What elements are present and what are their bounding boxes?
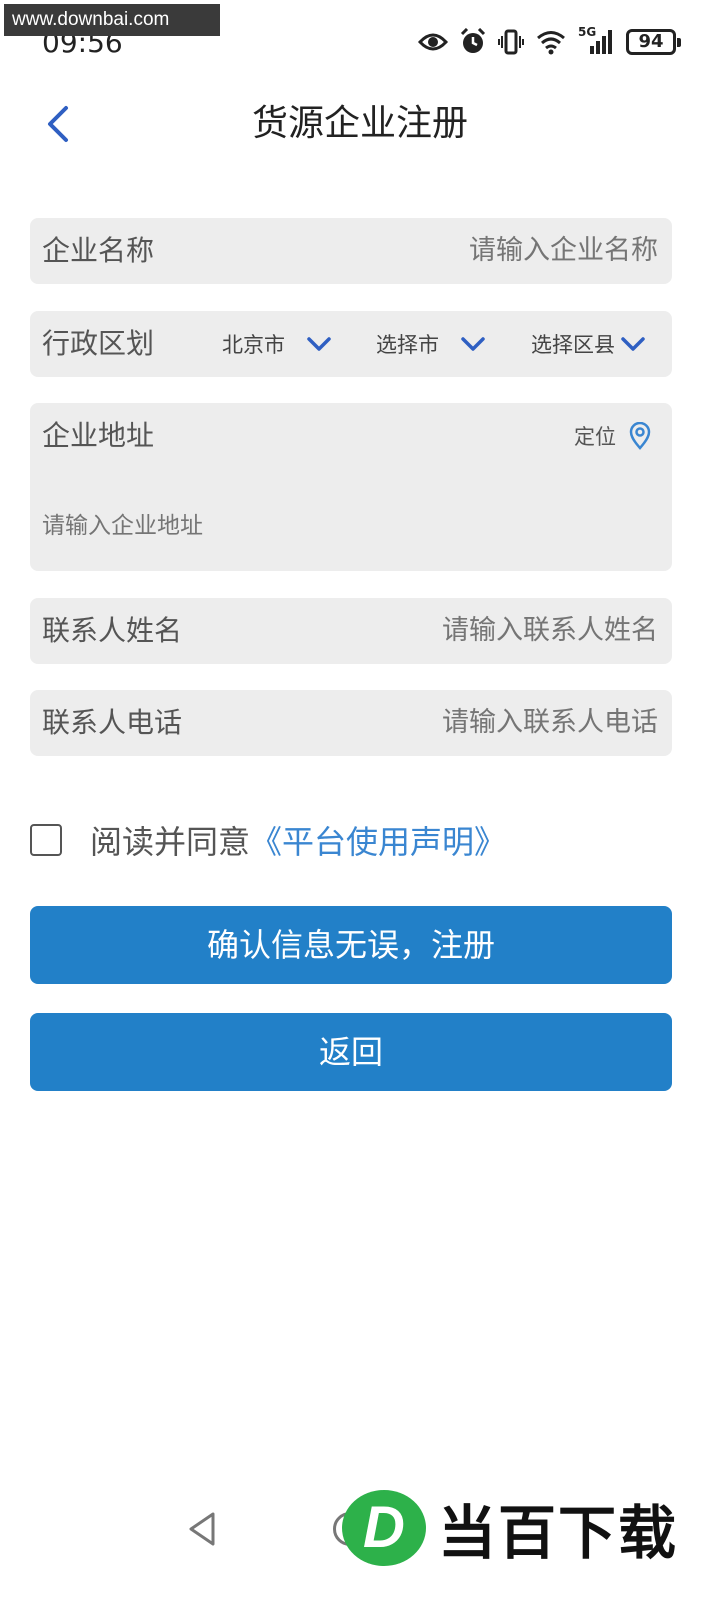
watermark-url: www.downbai.com — [4, 4, 220, 36]
return-button[interactable]: 返回 — [30, 1013, 672, 1091]
city-select[interactable]: 选择市 — [376, 325, 485, 363]
address-field: 企业地址 定位 — [30, 403, 672, 571]
page-title: 货源企业注册 — [251, 103, 468, 144]
address-input[interactable] — [42, 509, 642, 543]
chevron-down-icon — [461, 337, 485, 351]
signal-icon: 5G — [578, 25, 614, 56]
contact-name-label: 联系人姓名 — [42, 614, 183, 647]
agreement-text: 阅读并同意 — [90, 823, 251, 861]
agreement-checkbox[interactable] — [30, 824, 62, 856]
contact-phone-input[interactable] — [338, 704, 658, 742]
alarm-icon — [460, 28, 486, 56]
locate-button[interactable]: 定位 — [574, 417, 652, 455]
watermark-logo: D 当百下载 — [342, 1488, 698, 1568]
address-label: 企业地址 — [42, 419, 155, 452]
wifi-icon — [536, 29, 566, 55]
location-pin-icon — [629, 422, 651, 450]
vibrate-icon — [498, 28, 524, 56]
confirm-register-button[interactable]: 确认信息无误，注册 — [30, 906, 672, 984]
header: 货源企业注册 — [0, 90, 720, 160]
city-value: 选择市 — [376, 333, 439, 357]
locate-label: 定位 — [574, 425, 616, 449]
status-icons: 5G 94 — [418, 25, 681, 58]
logo-text: 当百下载 — [438, 1499, 679, 1567]
district-value: 选择区县 — [531, 333, 615, 357]
agreement-link[interactable]: 《平台使用声明》 — [250, 817, 506, 863]
network-label: 5G — [578, 25, 597, 39]
contact-name-input[interactable] — [338, 612, 658, 650]
chevron-down-icon — [307, 337, 331, 351]
region-field: 行政区划 北京市 选择市 选择区县 — [30, 311, 672, 377]
region-label: 行政区划 — [42, 327, 155, 360]
province-select[interactable]: 北京市 — [222, 325, 331, 363]
agreement-row: 阅读并同意 《平台使用声明》 — [30, 818, 506, 862]
contact-name-field: 联系人姓名 — [30, 598, 672, 664]
triangle-back-icon — [189, 1512, 215, 1546]
district-select[interactable]: 选择区县 — [531, 325, 645, 363]
province-value: 北京市 — [222, 333, 285, 357]
eye-icon — [418, 31, 448, 53]
company-name-label: 企业名称 — [42, 234, 155, 267]
company-name-field: 企业名称 — [30, 218, 672, 284]
contact-phone-field: 联系人电话 — [30, 690, 672, 756]
chevron-down-icon — [621, 337, 645, 351]
company-name-input[interactable] — [358, 232, 658, 270]
logo-badge: D — [342, 1490, 426, 1566]
logo-letter: D — [363, 1495, 405, 1560]
contact-phone-label: 联系人电话 — [42, 706, 183, 739]
nav-back-button[interactable] — [185, 1510, 219, 1552]
battery-indicator: 94 — [626, 29, 681, 55]
